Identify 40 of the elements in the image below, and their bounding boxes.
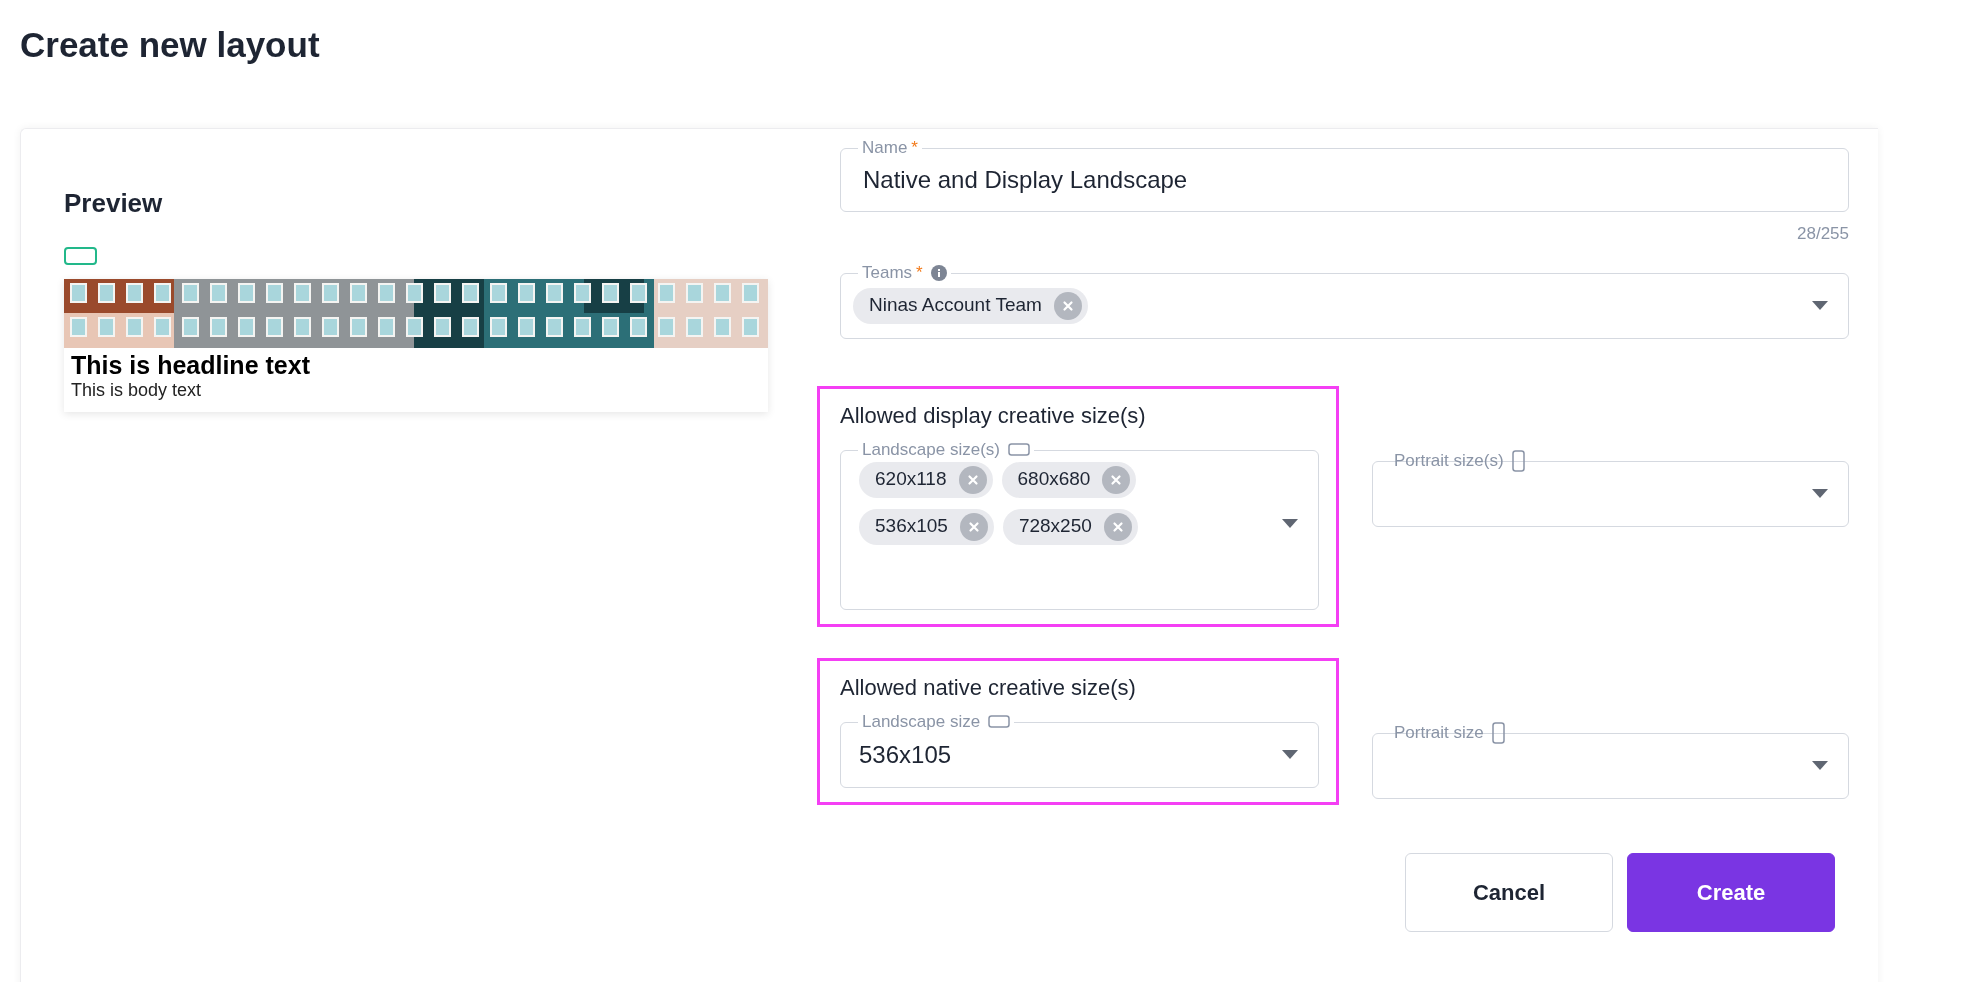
cancel-button[interactable]: Cancel: [1405, 852, 1613, 932]
remove-chip-icon[interactable]: [1053, 291, 1082, 320]
info-icon[interactable]: [930, 264, 947, 281]
field-label: Landscape size(s): [862, 438, 1000, 461]
remove-chip-icon[interactable]: [1103, 512, 1132, 541]
dropdown-caret-icon[interactable]: [1282, 518, 1298, 528]
create-button[interactable]: Create: [1627, 852, 1835, 932]
field-label: Landscape size: [862, 710, 981, 733]
chip-label: 680x680: [1017, 467, 1091, 492]
field-label: Teams: [862, 261, 913, 284]
landscape-icon: [1007, 443, 1030, 456]
field-value: 536x105: [859, 739, 952, 770]
chip-label: 728x250: [1018, 514, 1092, 539]
dropdown-caret-icon[interactable]: [1282, 750, 1298, 759]
section-heading: Allowed display creative size(s): [840, 401, 1147, 430]
required-mark: *: [916, 261, 923, 284]
dropdown-caret-icon[interactable]: [1812, 301, 1828, 310]
landscape-icon: [988, 715, 1011, 728]
preview-heading: Preview: [64, 187, 164, 220]
preview-body: This is body text: [70, 380, 203, 400]
chip-label: 620x118: [875, 467, 947, 492]
landscape-toggle-icon[interactable]: [64, 247, 97, 265]
required-mark: *: [911, 137, 918, 160]
preview-headline: This is headline text: [70, 350, 311, 380]
field-value: Native and Display Landscape: [863, 165, 1188, 195]
character-counter: 28/255: [1797, 223, 1849, 245]
field-label: Portrait size: [1394, 721, 1484, 744]
section-heading: Allowed native creative size(s): [840, 673, 1137, 702]
dropdown-caret-icon[interactable]: [1812, 489, 1828, 498]
field-label: Name: [862, 137, 908, 160]
dropdown-caret-icon[interactable]: [1812, 761, 1828, 770]
chip-label: Ninas Account Team: [869, 293, 1042, 318]
remove-chip-icon[interactable]: [1102, 465, 1131, 494]
chip-label: 536x105: [875, 514, 948, 539]
page-title: Create new layout: [20, 24, 321, 66]
remove-chip-icon[interactable]: [959, 512, 988, 541]
remove-chip-icon[interactable]: [958, 465, 987, 494]
portrait-icon: [1491, 721, 1505, 744]
field-label: Portrait size(s): [1394, 449, 1504, 472]
portrait-icon: [1511, 449, 1525, 472]
